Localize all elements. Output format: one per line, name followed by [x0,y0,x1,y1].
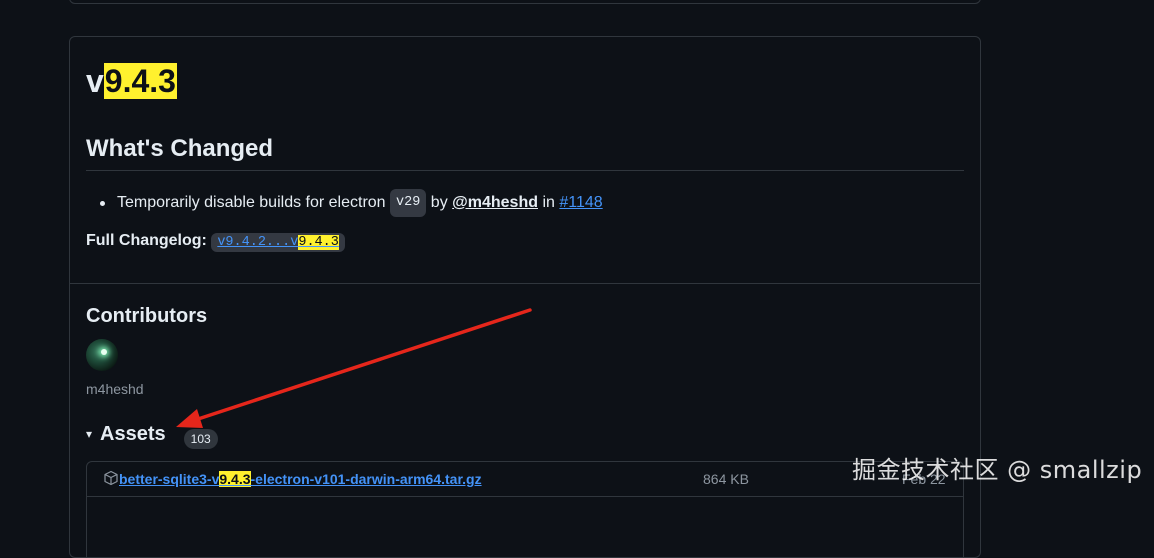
change-in: in [542,194,555,211]
asset-size: 864 KB [703,471,749,487]
watermark: 掘金技术社区 @ smallzip [852,456,1143,484]
release-title-version: 9.4.3 [103,63,177,99]
change-code: v29 [390,189,427,217]
bullet-icon [100,200,105,206]
release-card: v9.4.3 What's Changed Temporarily disabl… [69,36,981,558]
package-icon [104,470,118,486]
release-title-prefix: v [86,63,104,99]
changelog-range: v9.4.2...v9.4.3 [211,233,345,252]
assets-heading: Assets [100,423,166,445]
release-title[interactable]: v9.4.3 [86,61,177,101]
contributor-name[interactable]: m4heshd [86,379,144,399]
asset-name-suffix: -electron-v101-darwin-arm64.tar.gz [250,471,482,487]
assets-toggle[interactable]: ▾ Assets 103 [86,419,218,449]
asset-download-link[interactable]: better-sqlite3-v9.4.3-electron-v101-darw… [119,470,482,488]
asset-row: better-sqlite3-v9.4.3-electron-v101-darw… [87,462,963,497]
asset-list: better-sqlite3-v9.4.3-electron-v101-darw… [86,461,964,557]
changelog-label: Full Changelog: [86,232,207,249]
pull-request-link[interactable]: #1148 [559,191,602,215]
avatar-light-icon [101,349,107,355]
full-changelog: Full Changelog: v9.4.2...v9.4.3 [86,229,345,255]
change-by: by [430,194,448,211]
author-mention-link[interactable]: @m4heshd [452,191,538,215]
contributors-heading: Contributors [86,305,208,327]
change-list-item: Temporarily disable builds for electron … [100,189,603,217]
previous-release-card [69,0,981,4]
assets-count-badge: 103 [183,429,218,449]
whats-changed-heading: What's Changed [86,134,964,171]
asset-name-prefix: better-sqlite3-v [119,471,220,487]
change-text: Temporarily disable builds for electron [117,194,386,211]
contributor-avatar[interactable] [86,339,118,371]
section-divider [70,283,980,284]
changelog-range-prefix: v9.4.2...v [217,235,299,250]
caret-down-icon: ▾ [86,427,93,441]
changelog-compare-link[interactable]: v9.4.2...v9.4.3 [217,235,339,250]
asset-name-version: 9.4.3 [219,471,251,487]
changelog-range-version: 9.4.3 [298,235,339,250]
